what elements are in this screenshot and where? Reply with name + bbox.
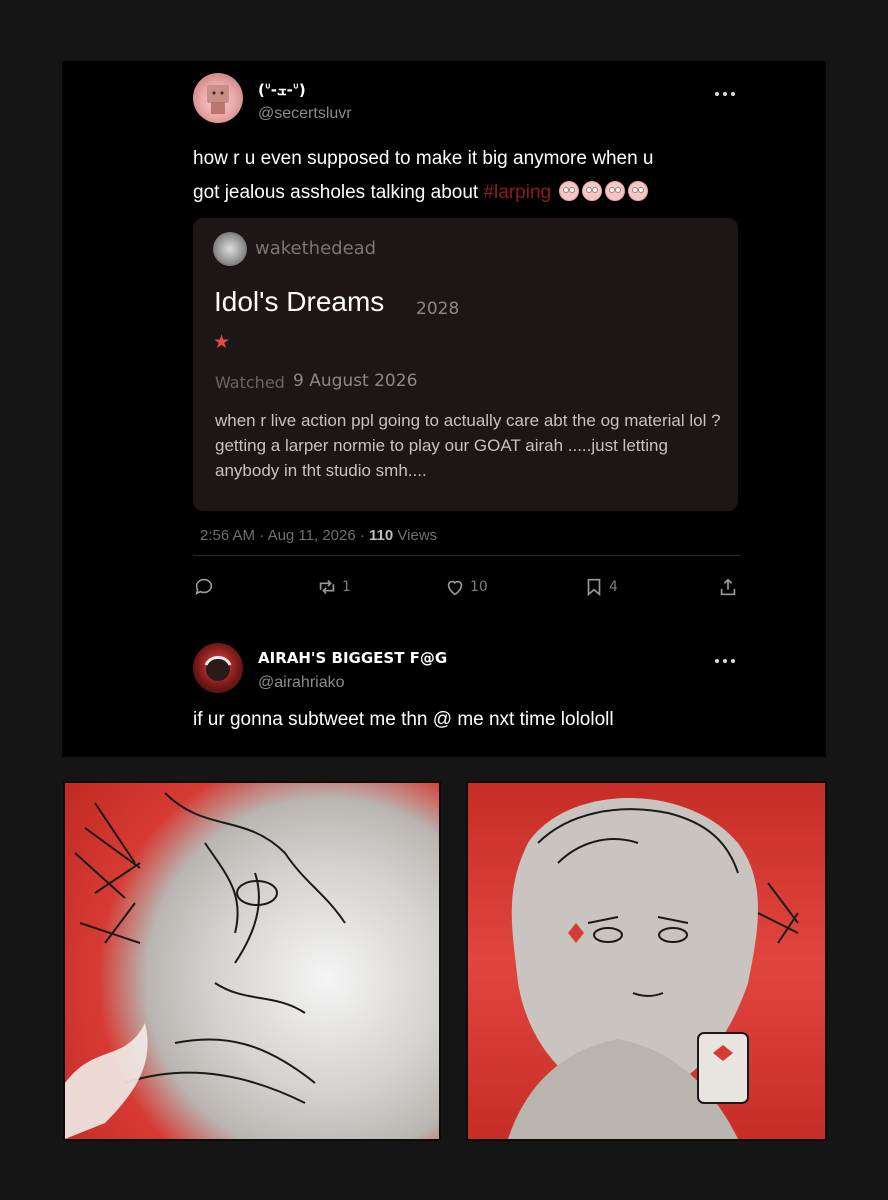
share-icon <box>720 578 736 596</box>
film-title: Idol's Dreams <box>214 286 385 317</box>
repost-count: 1 <box>342 579 351 595</box>
repost-button[interactable]: 1 <box>316 575 351 599</box>
reply-author-handle[interactable]: @airahriako <box>258 674 345 692</box>
author-handle[interactable]: @secertsluvr <box>258 105 352 123</box>
character-avatar-icon <box>204 656 232 681</box>
post-text-line2: got jealous assholes talking about #larp… <box>193 176 654 210</box>
reviewer-avatar <box>213 232 247 266</box>
divider <box>193 555 740 556</box>
reply-icon <box>195 578 213 595</box>
views-count: 110 <box>369 527 394 544</box>
tweet-panel: (ᐡ-ܫ-ᐡ) @secertsluvr how r u even suppos… <box>62 61 826 757</box>
review-text: when r live action ppl going to actually… <box>215 411 721 480</box>
eye-roll-emoji-icon <box>605 181 626 201</box>
post-text-line2-prefix: got jealous assholes talking about <box>193 182 484 203</box>
watched-label: Watched <box>215 373 285 392</box>
reply-text: if ur gonna subtweet me thn @ me nxt tim… <box>193 709 614 730</box>
box-figure-avatar-icon <box>207 85 229 114</box>
artwork-panel-right <box>466 781 827 1141</box>
bookmark-button[interactable]: 4 <box>583 575 618 599</box>
hashtag-link[interactable]: #larping <box>483 182 551 203</box>
like-button[interactable]: 10 <box>444 575 488 599</box>
avatar[interactable] <box>193 73 243 123</box>
like-count: 10 <box>470 579 488 595</box>
repost-icon <box>319 579 335 595</box>
post-text-line1: how r u even supposed to make it big any… <box>193 148 654 169</box>
artwork-panel-left <box>63 781 441 1141</box>
more-options-icon[interactable] <box>715 659 737 665</box>
watched-date: 9 August 2026 <box>293 371 418 391</box>
post-text: how r u even supposed to make it big any… <box>193 142 654 210</box>
eye-roll-emoji-icon <box>559 181 580 201</box>
heart-icon <box>447 580 463 596</box>
post-date[interactable]: Aug 11, 2026 <box>268 527 356 544</box>
bookmark-count: 4 <box>609 579 618 595</box>
eye-roll-emoji-icon <box>628 181 649 201</box>
post-meta: 2:56 AM · Aug 11, 2026 · 110 Views <box>200 527 438 544</box>
avatar[interactable] <box>193 643 243 693</box>
more-options-icon[interactable] <box>715 92 737 98</box>
sketch-illustration-left <box>65 792 346 1139</box>
reply-button[interactable] <box>193 575 219 599</box>
film-year: 2028 <box>416 299 460 319</box>
eye-roll-emoji-icon <box>582 181 603 201</box>
reply-author-name[interactable]: AIRAH'S BIGGEST F@G <box>258 649 447 667</box>
reviewer-name: wakethedead <box>255 238 377 259</box>
post-time[interactable]: 2:56 AM <box>200 527 255 544</box>
share-button[interactable] <box>717 575 739 599</box>
star-rating-icon: ★ <box>213 331 231 353</box>
bookmark-icon <box>587 578 601 597</box>
sketch-illustration-right <box>508 798 799 1139</box>
author-name[interactable]: (ᐡ-ܫ-ᐡ) <box>258 81 306 99</box>
review-card[interactable]: wakethedead Idol's Dreams 2028 ★ Watched… <box>193 218 738 511</box>
views-label: Views <box>397 527 438 544</box>
